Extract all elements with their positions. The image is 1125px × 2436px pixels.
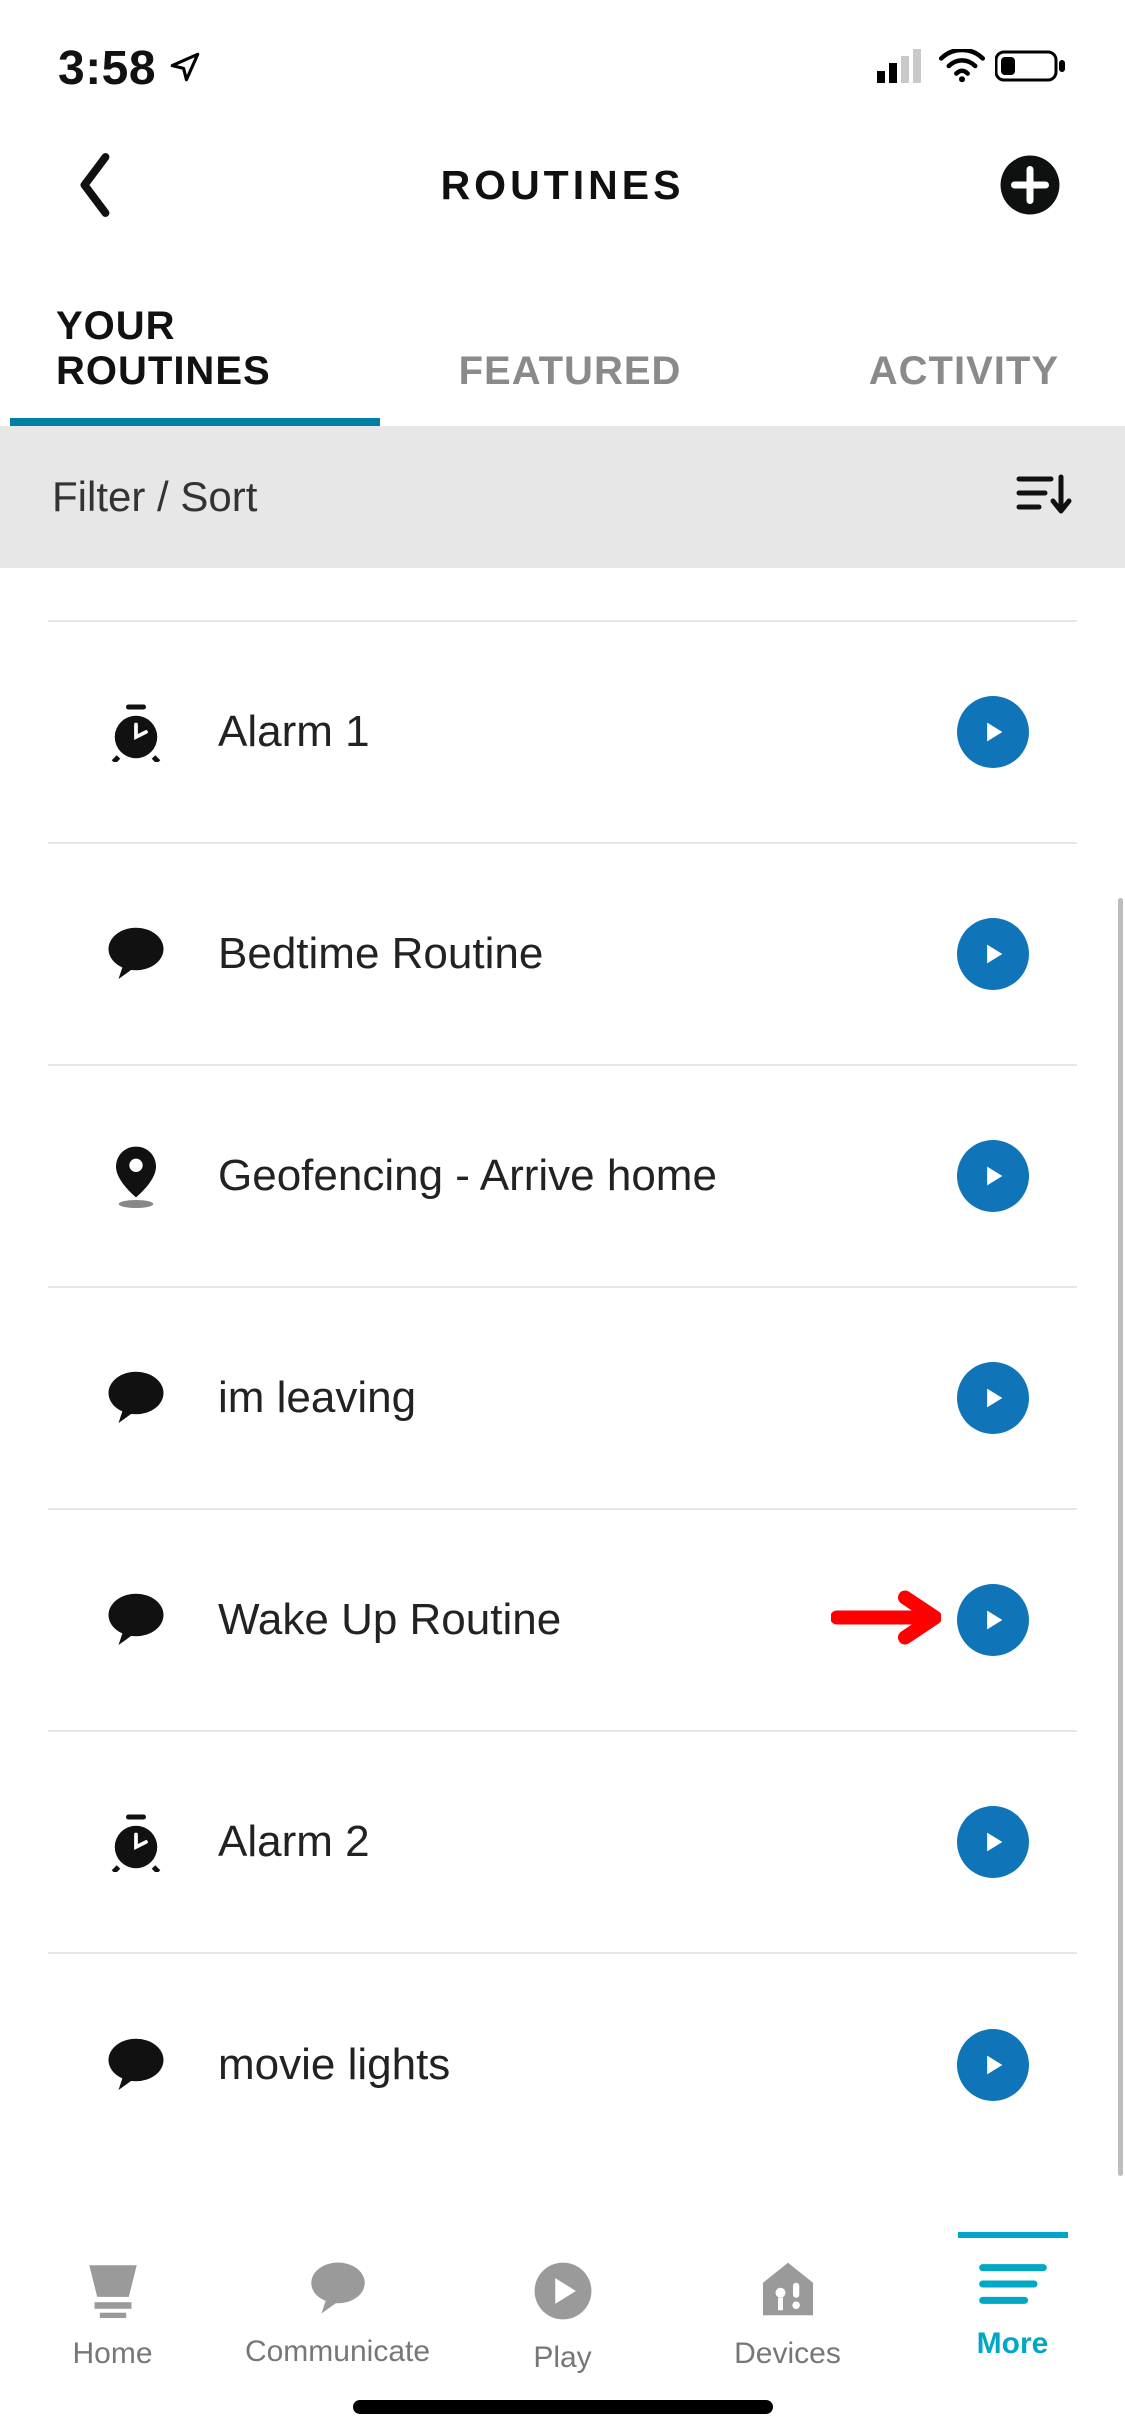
location-pin-icon: [96, 1144, 176, 1208]
location-services-icon: [168, 41, 202, 96]
routine-row[interactable]: movie lights: [48, 1954, 1077, 2176]
routine-label: Bedtime Routine: [176, 929, 957, 979]
routine-label: Geofencing - Arrive home: [176, 1151, 957, 1201]
nav-home[interactable]: Home: [0, 2232, 225, 2436]
play-icon: [979, 1384, 1007, 1412]
cellular-signal-icon: [877, 49, 929, 88]
status-time: 3:58: [58, 41, 156, 96]
wifi-icon: [939, 49, 985, 88]
nav-label: Communicate: [245, 2335, 430, 2369]
play-icon: [979, 940, 1007, 968]
speech-bubble-icon: [96, 1592, 176, 1648]
routine-row[interactable]: im leaving: [48, 1288, 1077, 1510]
hamburger-icon: [978, 2260, 1048, 2313]
nav-label: More: [977, 2327, 1049, 2361]
chevron-left-icon: [72, 150, 118, 220]
play-routine-button[interactable]: [957, 1362, 1029, 1434]
play-icon: [979, 1162, 1007, 1190]
routine-row[interactable]: Geofencing - Arrive home: [48, 1066, 1077, 1288]
annotation-arrow-icon: [831, 1588, 941, 1653]
routine-label: im leaving: [176, 1373, 957, 1423]
play-icon: [979, 2051, 1007, 2079]
nav-label: Home: [72, 2337, 152, 2371]
play-icon: [979, 718, 1007, 746]
devices-icon: [758, 2260, 818, 2323]
sort-icon: [1015, 471, 1073, 524]
routine-row[interactable]: Bedtime Routine: [48, 844, 1077, 1066]
alarm-icon: [96, 1812, 176, 1872]
routines-list: Alarm 1 Bedtime Routine Geofencing - Arr…: [0, 568, 1125, 2206]
nav-label: Play: [533, 2341, 591, 2375]
tabs: YOUR ROUTINES FEATURED ACTIVITY: [0, 280, 1125, 426]
filter-sort-bar[interactable]: Filter / Sort: [0, 426, 1125, 568]
tab-activity[interactable]: ACTIVITY: [760, 325, 1115, 418]
tab-featured[interactable]: FEATURED: [380, 325, 760, 418]
speech-bubble-icon: [306, 2260, 370, 2321]
speech-bubble-icon: [96, 926, 176, 982]
status-bar: 3:58: [0, 0, 1125, 120]
play-icon: [979, 1606, 1007, 1634]
speech-bubble-icon: [96, 1370, 176, 1426]
play-routine-button[interactable]: [957, 918, 1029, 990]
add-routine-button[interactable]: [995, 150, 1065, 220]
play-routine-button[interactable]: [957, 1140, 1029, 1212]
play-circle-icon: [532, 2260, 594, 2327]
play-routine-button[interactable]: [957, 696, 1029, 768]
speech-bubble-icon: [96, 2037, 176, 2093]
tab-your-routines[interactable]: YOUR ROUTINES: [10, 280, 380, 418]
header: ROUTINES: [0, 120, 1125, 280]
play-routine-button[interactable]: [957, 1806, 1029, 1878]
routine-label: Alarm 1: [176, 707, 957, 757]
play-icon: [979, 1828, 1007, 1856]
nav-label: Devices: [734, 2337, 841, 2371]
filter-sort-label: Filter / Sort: [52, 473, 257, 521]
play-routine-button[interactable]: [957, 2029, 1029, 2101]
alarm-icon: [96, 702, 176, 762]
battery-icon: [995, 49, 1067, 88]
routine-row[interactable]: Alarm 2: [48, 1732, 1077, 1954]
routine-row[interactable]: Wake Up Routine: [48, 1510, 1077, 1732]
home-icon: [81, 2260, 145, 2323]
nav-more[interactable]: More: [900, 2232, 1125, 2436]
back-button[interactable]: [60, 150, 130, 220]
plus-circle-icon: [999, 154, 1061, 216]
routine-label: movie lights: [176, 2040, 957, 2090]
home-indicator[interactable]: [353, 2400, 773, 2414]
routine-row[interactable]: Alarm 1: [48, 622, 1077, 844]
page-title: ROUTINES: [130, 162, 995, 209]
play-routine-button[interactable]: [957, 1584, 1029, 1656]
routine-label: Alarm 2: [176, 1817, 957, 1867]
